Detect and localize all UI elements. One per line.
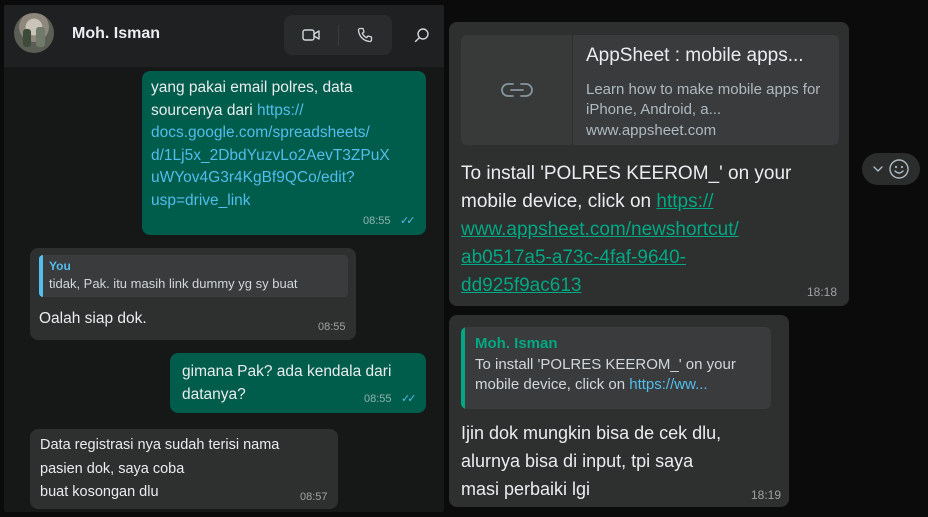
message-time: 08:55 [363,215,391,227]
quote-bar [39,255,43,297]
chevron-down-icon[interactable] [872,164,884,174]
message-time: 08:55 [318,321,346,333]
message-time: 18:18 [807,285,838,299]
quote-author: Moh. Isman [475,335,558,352]
message-text: Data registrasi nya sudah terisi nama pa… [40,437,280,500]
video-call-button[interactable] [284,15,338,55]
link-preview-description: Learn how to make mobile apps for iPhone… [586,81,821,118]
emoji-icon[interactable] [888,158,910,180]
quote-link: https://ww... [629,376,708,393]
voice-call-button[interactable] [338,15,392,55]
message-bubble-outgoing[interactable]: gimana Pak? ada kendala dari datanya? 08… [170,353,426,413]
read-receipt-icon: ✓✓ [401,393,417,405]
message-actions-pill[interactable] [862,153,920,185]
link-preview-title: AppSheet : mobile apps... [586,45,804,66]
search-button[interactable] [404,15,440,55]
message-bubble-outgoing[interactable]: yang pakai email polres, data sourcenya … [142,71,426,235]
contact-name[interactable]: Moh. Isman [72,25,160,43]
search-icon [414,28,429,43]
message-bubble-incoming[interactable]: AppSheet : mobile apps... Learn how to m… [449,22,849,306]
chat-pane-left: Moh. Isman yang pakai email polres, data… [4,5,444,512]
message-text: yang pakai email polres, data sourcenya … [151,77,421,212]
link-preview-card[interactable]: AppSheet : mobile apps... Learn how to m… [461,35,839,145]
quote-bar [461,327,465,409]
link-preview-thumbnail [461,35,573,145]
call-buttons-group [284,15,392,55]
message-text: To install 'POLRES KEEROM_' on your mobi… [461,160,841,300]
voice-call-icon [357,27,373,43]
link-preview-host: www.appsheet.com [586,122,717,139]
quote-text: To install 'POLRES KEEROM_' on your mobi… [475,355,767,395]
quoted-message[interactable]: You tidak, Pak. itu masih link dummy yg … [39,255,348,297]
chat-header: Moh. Isman [4,5,444,67]
message-bubble-incoming[interactable]: Moh. Isman To install 'POLRES KEEROM_' o… [449,315,789,507]
message-bubble-incoming[interactable]: Data registrasi nya sudah terisi nama pa… [30,429,338,509]
avatar[interactable] [14,13,54,53]
video-call-icon [302,29,320,41]
link-icon [500,83,533,97]
message-text: Oalah siap dok. [39,310,147,327]
quote-text: tidak, Pak. itu masih link dummy yg sy b… [49,276,298,291]
message-time: 18:19 [751,488,782,502]
message-text: Ijin dok mungkin bisa de cek dlu, alurny… [461,423,722,499]
read-receipt-icon: ✓✓ [400,215,416,227]
chat-pane-right: AppSheet : mobile apps... Learn how to m… [447,5,928,512]
message-text-part: To install 'POLRES KEEROM_' on your mobi… [461,163,792,212]
message-time: 08:55 [364,393,392,405]
message-list-left: yang pakai email polres, data sourcenya … [4,67,444,512]
whatsapp-window: Moh. Isman yang pakai email polres, data… [0,0,928,517]
quote-author: You [49,259,71,273]
quoted-message[interactable]: Moh. Isman To install 'POLRES KEEROM_' o… [461,327,771,409]
message-text-part: yang pakai email polres, data sourcenya … [151,79,353,119]
message-time: 08:57 [300,491,328,503]
message-bubble-incoming[interactable]: You tidak, Pak. itu masih link dummy yg … [30,248,356,340]
